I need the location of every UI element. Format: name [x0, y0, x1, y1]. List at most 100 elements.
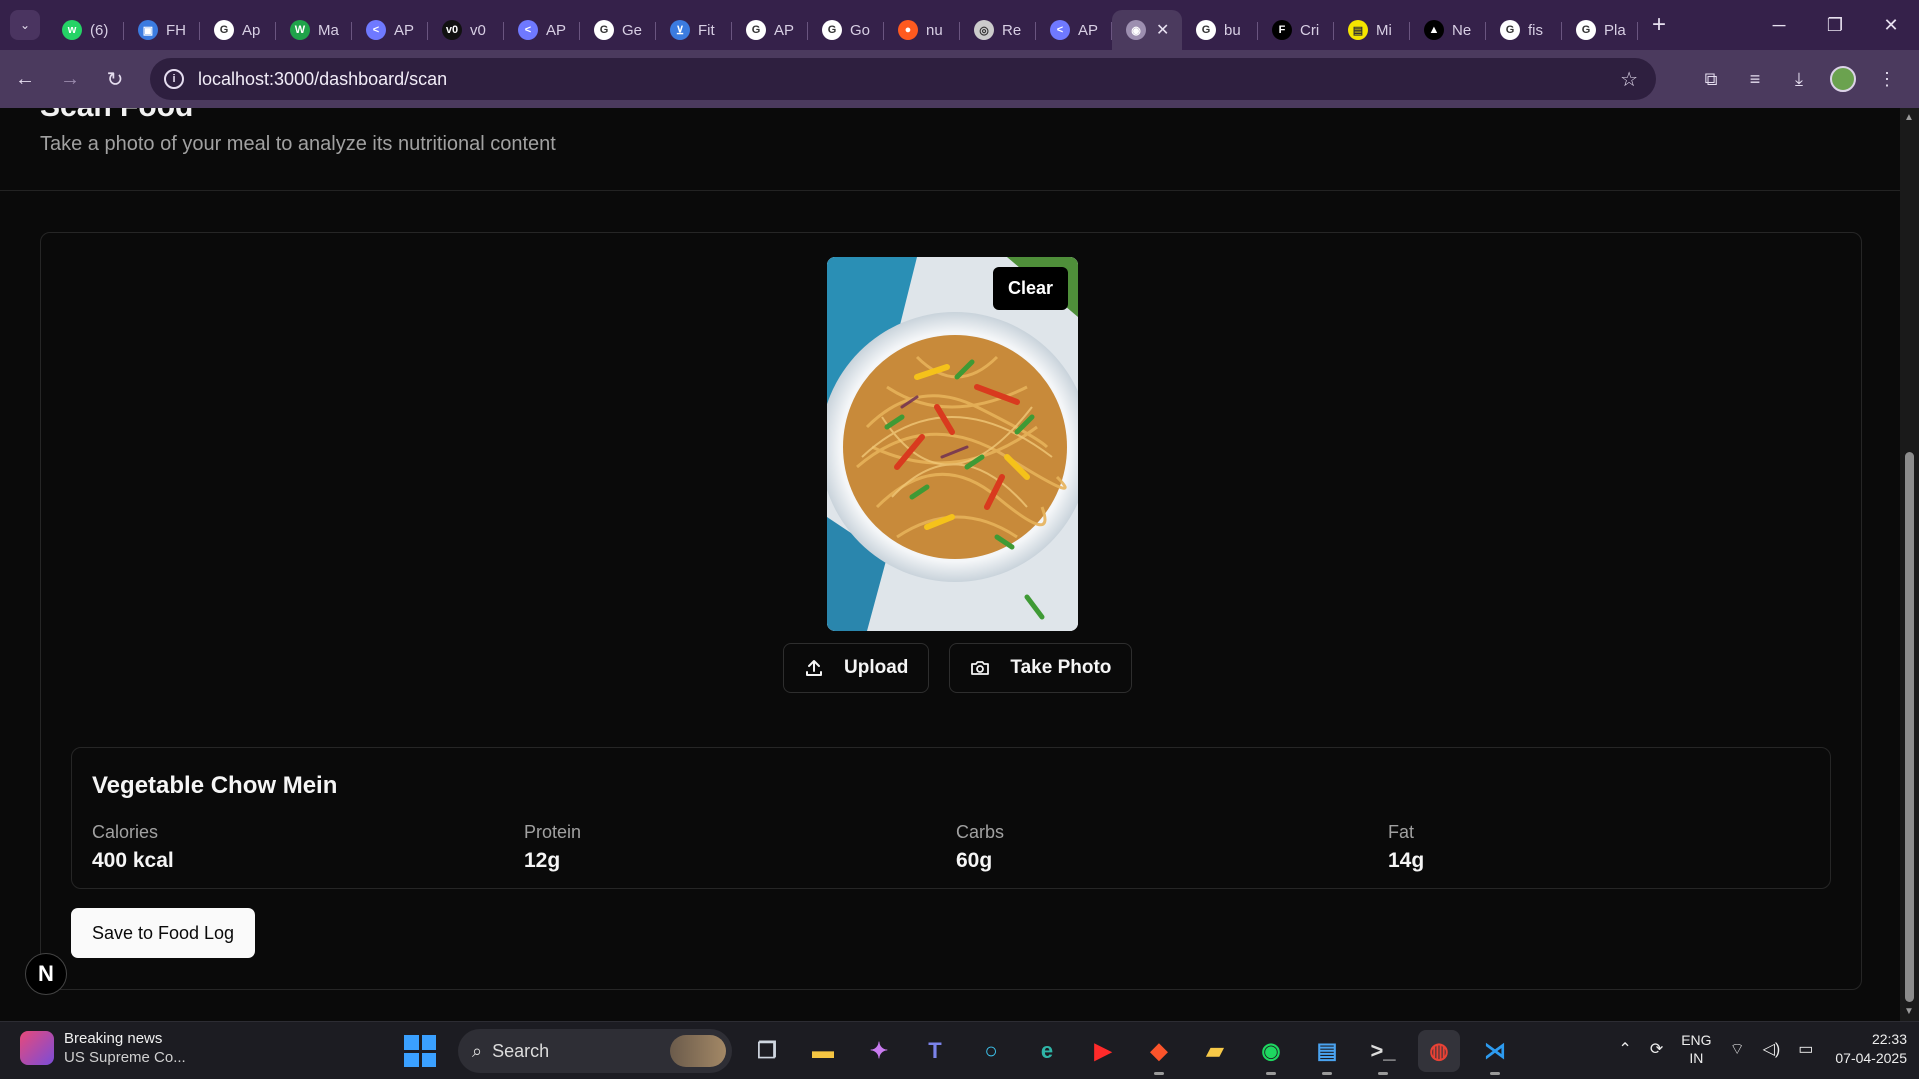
capture-actions: Upload Take Photo	[783, 643, 1133, 693]
browser-tab[interactable]: ◎ Re	[960, 10, 1036, 50]
take-photo-label: Take Photo	[1010, 657, 1112, 678]
chevron-up-icon[interactable]: ⌃	[1618, 1039, 1631, 1059]
browser-tab[interactable]: w (6)	[48, 10, 124, 50]
vscode-icon[interactable]: ⋊	[1474, 1030, 1516, 1075]
upload-button[interactable]: Upload	[783, 643, 930, 693]
browser-tab[interactable]: ▲ Ne	[1410, 10, 1486, 50]
browser-tab[interactable]: Gfis	[1486, 10, 1562, 50]
close-tab-icon[interactable]: ✕	[1156, 20, 1169, 40]
close-window-button[interactable]: ✕	[1863, 0, 1919, 50]
google-icon: G	[822, 20, 842, 40]
save-to-food-log-button[interactable]: Save to Food Log	[71, 908, 255, 958]
back-button[interactable]: ←	[5, 59, 45, 99]
w-logo-icon: W	[290, 20, 310, 40]
profile-avatar[interactable]	[1821, 59, 1865, 99]
browser-tab[interactable]: < AP	[504, 10, 580, 50]
edge-icon[interactable]: e	[1026, 1030, 1068, 1072]
task-view-icon[interactable]: ❐	[746, 1030, 788, 1072]
windows-start-icon[interactable]	[404, 1035, 436, 1067]
tab-title: Mi	[1376, 21, 1392, 39]
tab-title: AP	[1078, 21, 1099, 39]
tab-title: Ne	[1452, 21, 1472, 39]
new-tab-button[interactable]: +	[1644, 10, 1674, 40]
tab-search-button[interactable]: ⌄	[10, 10, 40, 40]
taskbar-search[interactable]: ⌕ Search	[458, 1029, 732, 1073]
forward-button[interactable]: →	[50, 59, 90, 99]
extensions-icon[interactable]: ⧉	[1689, 59, 1733, 99]
address-bar[interactable]: i localhost:3000/dashboard/scan ☆	[150, 58, 1656, 100]
restore-button[interactable]: ❐	[1807, 0, 1863, 50]
browser-tab[interactable]: < AP	[1036, 10, 1112, 50]
calories-stat: Calories 400 kcal	[92, 822, 174, 873]
folder-icon[interactable]: ▰	[1194, 1030, 1236, 1072]
brave-icon[interactable]: ◆	[1138, 1030, 1180, 1075]
browser-tab[interactable]: F Cri	[1258, 10, 1334, 50]
browser-tab[interactable]: v0 v0	[428, 10, 504, 50]
bookmark-star-icon[interactable]: ☆	[1620, 67, 1638, 92]
upload-label: Upload	[844, 657, 909, 678]
tab-title: bu	[1224, 21, 1241, 39]
take-photo-button[interactable]: Take Photo	[949, 643, 1133, 693]
file-explorer-icon[interactable]: ▬	[802, 1030, 844, 1072]
youtube-icon[interactable]: ▶	[1082, 1030, 1124, 1072]
browser-tab[interactable]: W Ma	[276, 10, 352, 50]
page-scrollbar[interactable]: ▲ ▼	[1900, 108, 1919, 1021]
reload-button[interactable]: ↻	[95, 59, 135, 99]
browser-tab[interactable]: ▣ FH	[124, 10, 200, 50]
scroll-down-arrow-icon[interactable]: ▼	[1904, 1006, 1914, 1017]
google-icon: G	[1576, 20, 1596, 40]
nextjs-dev-badge[interactable]: N	[25, 953, 67, 995]
news-widget[interactable]: Breaking news US Supreme Co...	[20, 1030, 186, 1066]
tab-title: Pla	[1604, 21, 1626, 39]
url-text[interactable]: localhost:3000/dashboard/scan	[198, 69, 447, 90]
cart-icon: ⊻	[670, 20, 690, 40]
scroll-thumb[interactable]	[1905, 452, 1914, 1002]
volume-icon[interactable]: ◁)	[1763, 1039, 1781, 1059]
media-controls-icon[interactable]: ≡	[1733, 59, 1777, 99]
notepad-icon[interactable]: ▤	[1306, 1030, 1348, 1075]
browser-tab[interactable]: Gbu	[1182, 10, 1258, 50]
sendgrid-icon: <	[366, 20, 386, 40]
downloads-icon[interactable]: ⤓	[1777, 59, 1821, 99]
more-menu-icon[interactable]: ⋮	[1865, 59, 1909, 99]
protein-value: 12g	[524, 849, 561, 872]
tab-title: Ap	[242, 21, 261, 39]
google-icon: G	[746, 20, 766, 40]
replicate-icon: ◎	[974, 20, 994, 40]
site-info-icon[interactable]: i	[164, 69, 184, 89]
wifi-icon[interactable]: ⌔	[1730, 1039, 1745, 1059]
chrome-icon[interactable]: ◍	[1418, 1030, 1460, 1072]
page-title: Scan Food	[40, 108, 193, 124]
browser-tab[interactable]: ⊻ Fit	[656, 10, 732, 50]
browser-tab[interactable]: G Pla	[1562, 10, 1638, 50]
news-icon	[20, 1031, 54, 1065]
clock[interactable]: 22:33 07-04-2025	[1835, 1030, 1907, 1068]
browser-tab[interactable]: G AP	[732, 10, 808, 50]
copilot-icon[interactable]: ✦	[858, 1030, 900, 1072]
spotify-icon[interactable]: ◉	[1250, 1030, 1292, 1075]
browser-tab[interactable]: ● nu	[884, 10, 960, 50]
protein-stat: Protein 12g	[524, 822, 581, 873]
browser-tab[interactable]: G Ap	[200, 10, 276, 50]
google-icon: G	[1500, 20, 1520, 40]
carbs-label: Carbs	[956, 822, 1005, 842]
language-indicator[interactable]: ENG IN	[1681, 1031, 1711, 1067]
nutrition-result-card: Vegetable Chow Mein Calories 400 kcal Pr…	[71, 747, 1831, 889]
browser-tab[interactable]: ▤ Mi	[1334, 10, 1410, 50]
browser-tab[interactable]: ◉ ✕	[1112, 10, 1182, 50]
food-photo-preview: Clear	[827, 257, 1078, 631]
browser-tab[interactable]: G Go	[808, 10, 884, 50]
battery-icon[interactable]: ▭	[1798, 1039, 1813, 1059]
terminal-icon[interactable]: >_	[1362, 1030, 1404, 1075]
browser-tab[interactable]: G Ge	[580, 10, 656, 50]
news-title: Breaking news	[64, 1030, 163, 1047]
cortana-icon[interactable]: ○	[970, 1030, 1012, 1072]
profile-card-icon: ▣	[138, 20, 158, 40]
teams-icon[interactable]: T	[914, 1030, 956, 1072]
browser-tab[interactable]: < AP	[352, 10, 428, 50]
page-subtitle: Take a photo of your meal to analyze its…	[40, 133, 556, 155]
minimize-button[interactable]: ─	[1751, 0, 1807, 50]
clear-button[interactable]: Clear	[992, 267, 1068, 310]
sync-icon[interactable]: ⟳	[1650, 1039, 1663, 1059]
scroll-up-arrow-icon[interactable]: ▲	[1904, 112, 1914, 123]
